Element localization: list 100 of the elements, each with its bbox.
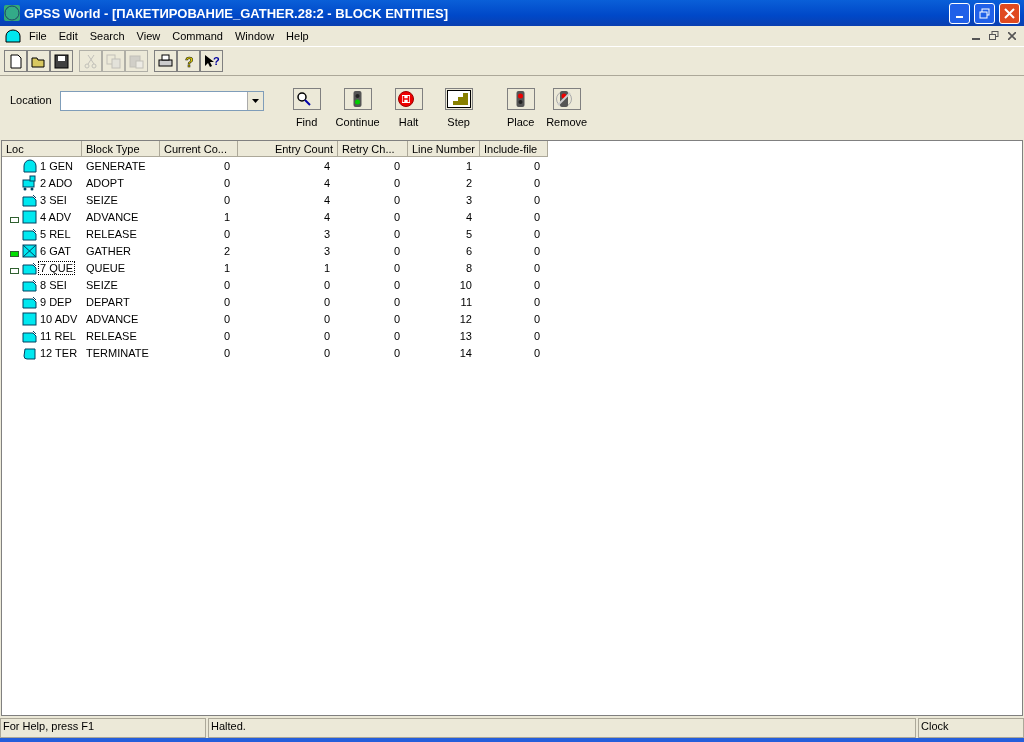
table-cell-text: 0 bbox=[322, 295, 331, 308]
menu-item[interactable]: File bbox=[24, 30, 52, 42]
table-cell-text: 1 bbox=[222, 210, 231, 223]
find-button[interactable]: Find bbox=[285, 88, 328, 128]
table-cell-text: 3 bbox=[322, 227, 331, 240]
table-cell-text: 0 bbox=[222, 312, 231, 325]
step-button[interactable]: Step bbox=[437, 88, 480, 128]
halt-button[interactable]: Halt bbox=[387, 88, 430, 128]
table-cell-text: 0 bbox=[222, 159, 231, 172]
print-button[interactable] bbox=[154, 50, 177, 72]
table-cell-text: DEPART bbox=[85, 295, 131, 308]
table-cell-text: 0 bbox=[532, 176, 541, 189]
table-cell-text: 0 bbox=[532, 346, 541, 359]
block-icon[interactable] bbox=[4, 28, 22, 44]
table-cell-text: 14 bbox=[458, 346, 473, 359]
table-cell-text: 0 bbox=[532, 244, 541, 257]
column-header[interactable]: Line Number bbox=[408, 141, 480, 157]
menu-item[interactable]: Command bbox=[167, 30, 228, 42]
minimize-button[interactable] bbox=[949, 2, 970, 24]
place-icon bbox=[516, 90, 526, 108]
table-cell-text: 3 bbox=[322, 244, 331, 257]
table-cell-text: 13 bbox=[458, 329, 473, 342]
table-cell-text: 9 DEP bbox=[39, 294, 73, 309]
restore-icon bbox=[989, 31, 999, 41]
table-cell-text: 4 bbox=[322, 210, 331, 223]
menu-item[interactable]: Edit bbox=[53, 30, 83, 42]
column-header[interactable]: Entry Count bbox=[238, 141, 338, 157]
table-cell: 7 QUE bbox=[38, 260, 75, 275]
column-header[interactable]: Include-file bbox=[480, 141, 548, 157]
table-cell-text: 0 bbox=[392, 210, 401, 223]
column-header[interactable]: Current Co... bbox=[160, 141, 238, 157]
table-cell-text: GATHER bbox=[85, 244, 133, 257]
location-label: Location bbox=[10, 94, 52, 106]
remove-button[interactable]: Remove bbox=[545, 88, 588, 128]
table-cell-text: 0 bbox=[532, 159, 541, 172]
table-cell-text: 1 GEN bbox=[39, 158, 74, 173]
table-cell-text: 1 bbox=[464, 159, 473, 172]
table-cell-text: 0 bbox=[322, 346, 331, 359]
save-button[interactable] bbox=[50, 50, 73, 72]
table-cell-text: 0 bbox=[222, 193, 231, 206]
restore-button[interactable] bbox=[986, 29, 1002, 43]
column-header[interactable]: Block Type bbox=[82, 141, 160, 157]
minimize-icon bbox=[956, 15, 963, 18]
print-icon bbox=[157, 52, 174, 70]
adopt-block-icon bbox=[21, 174, 38, 191]
table-cell-text: 0 bbox=[532, 312, 541, 325]
dropdown-arrow-icon[interactable] bbox=[251, 99, 259, 103]
table-cell-text: 0 bbox=[532, 193, 541, 206]
table-cell-text: 0 bbox=[222, 176, 231, 189]
generate-block-icon bbox=[21, 157, 38, 174]
place-button[interactable]: Place bbox=[499, 88, 542, 128]
table-cell-text: GENERATE bbox=[85, 159, 147, 172]
copy-icon bbox=[105, 52, 122, 70]
table-cell-text: RELEASE bbox=[85, 329, 138, 342]
table-cell-text: 0 bbox=[392, 261, 401, 274]
table-cell-text: 1 bbox=[222, 261, 231, 274]
table-cell-text: 11 REL bbox=[39, 328, 77, 343]
table-cell-text: 4 ADV bbox=[39, 209, 73, 224]
menu-item[interactable]: Window bbox=[229, 30, 280, 42]
table-cell-text: 0 bbox=[222, 346, 231, 359]
table-cell-text: ADOPT bbox=[85, 176, 125, 189]
table-cell-text: 0 bbox=[392, 227, 401, 240]
new-button[interactable] bbox=[4, 50, 27, 72]
save-icon bbox=[53, 52, 70, 70]
continue-button[interactable]: Continue bbox=[335, 88, 380, 128]
menu-item[interactable]: Search bbox=[84, 30, 130, 42]
table-cell-text: ADVANCE bbox=[85, 210, 140, 223]
table-cell-text: 4 bbox=[464, 210, 473, 223]
table-cell-text: SEIZE bbox=[85, 278, 119, 291]
gather-block-icon bbox=[21, 242, 38, 259]
table-cell-text: 0 bbox=[392, 244, 401, 257]
step-icon bbox=[446, 90, 471, 108]
menu-item[interactable]: View bbox=[131, 30, 166, 42]
advance-block-icon bbox=[21, 310, 38, 327]
menu-item[interactable]: Help bbox=[281, 30, 314, 42]
table-cell-text: 0 bbox=[392, 278, 401, 291]
table-cell-text: 10 ADV bbox=[39, 311, 79, 326]
column-header[interactable]: Loc bbox=[2, 141, 82, 157]
column-header[interactable]: Retry Ch... bbox=[338, 141, 408, 157]
table-cell-text: 4 bbox=[322, 193, 331, 206]
minimize-icon bbox=[972, 38, 980, 40]
table-cell-text: 0 bbox=[392, 159, 401, 172]
table-cell-text: 0 bbox=[222, 329, 231, 342]
table-cell-text: 0 bbox=[392, 346, 401, 359]
table-cell-text: 5 REL bbox=[39, 226, 72, 241]
restore-button[interactable] bbox=[974, 2, 995, 24]
paste-icon bbox=[128, 52, 145, 70]
table-cell-text: 4 bbox=[322, 176, 331, 189]
window-title: GPSS World - [ПАКЕТИРОВАНИЕ_GATHER.28:2 - BLOCK ENTITIES] bbox=[24, 5, 449, 21]
table-cell-text: RELEASE bbox=[85, 227, 138, 240]
restore-icon bbox=[979, 7, 990, 19]
table-cell-text: 12 bbox=[458, 312, 473, 325]
open-button[interactable] bbox=[27, 50, 50, 72]
globe-icon bbox=[4, 5, 20, 21]
status-help: For Help, press F1 bbox=[0, 718, 206, 738]
table-cell-text: 2 bbox=[464, 176, 473, 189]
close-icon bbox=[1004, 7, 1015, 19]
close-button[interactable] bbox=[999, 2, 1020, 24]
table-cell-text: 11 bbox=[459, 295, 473, 308]
table-cell-text: 0 bbox=[532, 261, 541, 274]
